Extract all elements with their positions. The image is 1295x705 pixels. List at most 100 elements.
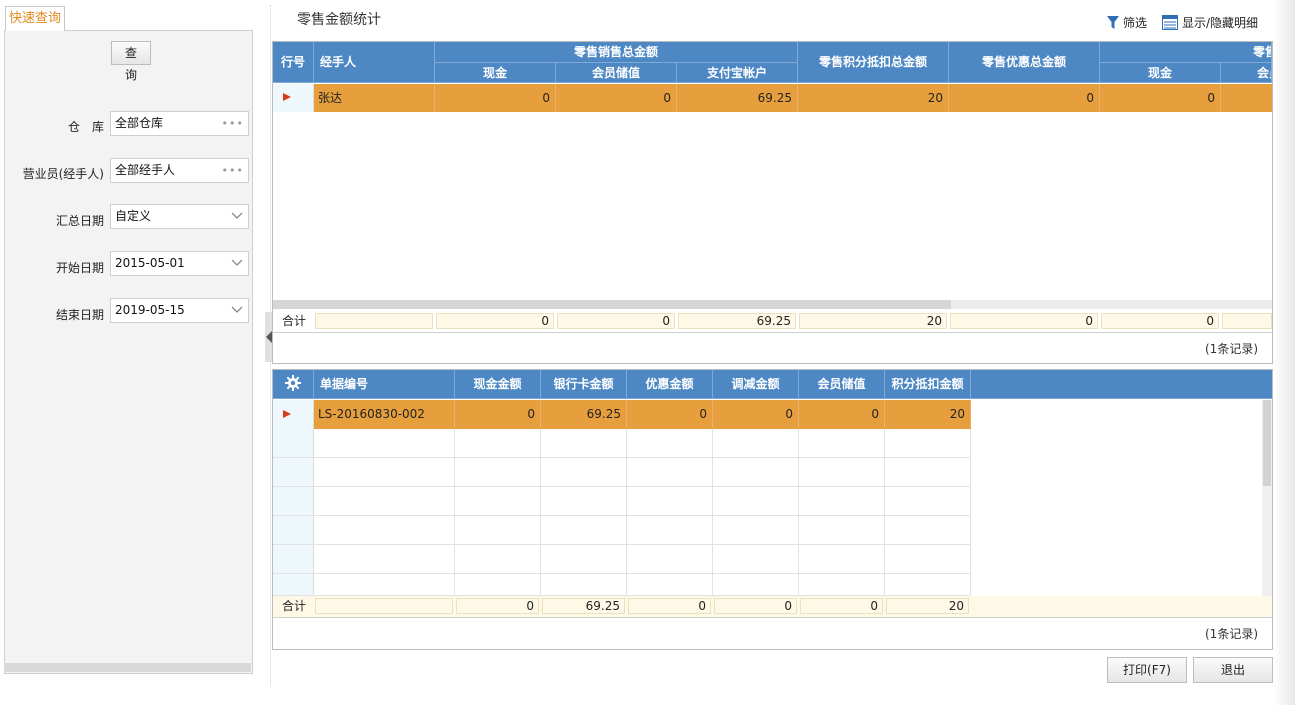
current-row-arrow-icon — [283, 93, 291, 101]
cell-cash-amount: 0 — [455, 400, 541, 428]
ellipsis-icon[interactable]: ••• — [222, 159, 244, 182]
cell-alipay: 69.25 — [677, 84, 798, 112]
summary-date-value: 自定义 — [115, 209, 152, 223]
empty-cell — [885, 487, 971, 516]
row-indicator[interactable] — [273, 84, 314, 112]
empty-cell — [627, 516, 713, 545]
empty-cell — [885, 545, 971, 574]
cell-member-balance: 0 — [556, 84, 677, 112]
cell-handler: 张达 — [314, 84, 435, 112]
empty-cell — [799, 516, 885, 545]
filter-button[interactable]: 筛选 — [1107, 14, 1147, 32]
col-points-amount[interactable]: 积分抵扣金额 — [885, 370, 971, 399]
empty-cell — [541, 429, 627, 458]
empty-cell — [799, 487, 885, 516]
total-return-member — [1222, 313, 1272, 329]
cell-member-balance: 0 — [799, 400, 885, 428]
toggle-detail-button[interactable]: 显示/隐藏明细 — [1162, 14, 1258, 32]
total-points-amount: 20 — [886, 598, 969, 614]
total-doc-no — [315, 598, 453, 614]
col-return-cash[interactable]: 现金 — [1100, 63, 1221, 83]
row-indicator[interactable] — [273, 400, 314, 429]
start-date-label: 开始日期 — [55, 261, 104, 275]
print-button[interactable]: 打印(F7) — [1107, 657, 1187, 683]
col-doc-no[interactable]: 单据编号 — [314, 370, 455, 399]
chevron-down-icon[interactable] — [231, 212, 243, 220]
empty-cell — [455, 487, 541, 516]
summary-hscroll-thumb[interactable] — [273, 300, 951, 309]
filter-label: 筛选 — [1123, 16, 1148, 30]
empty-cell — [713, 574, 799, 596]
empty-cell — [713, 487, 799, 516]
col-rownum[interactable]: 行号 — [273, 42, 314, 83]
col-points-total[interactable]: 零售积分抵扣总金额 — [798, 42, 949, 83]
quick-query-scrollbar[interactable] — [4, 663, 251, 672]
start-date-select[interactable]: 2015-05-01 — [110, 251, 249, 276]
col-return-member[interactable]: 会员 — [1221, 63, 1272, 83]
empty-cell — [885, 574, 971, 596]
col-discount-amount[interactable]: 优惠金额 — [627, 370, 713, 399]
empty-cell — [455, 516, 541, 545]
empty-cell — [541, 545, 627, 574]
empty-cell — [713, 516, 799, 545]
summary-record-count: (1条记录) — [1205, 342, 1258, 356]
cell-doc-no[interactable]: LS-20160830-002 — [314, 400, 455, 428]
empty-cell — [455, 574, 541, 596]
end-date-label: 结束日期 — [55, 308, 104, 322]
cell-discount-amount: 0 — [627, 400, 713, 428]
empty-cell — [627, 545, 713, 574]
cell-deduction-amount: 0 — [713, 400, 799, 428]
ellipsis-icon[interactable]: ••• — [222, 112, 244, 135]
empty-cell — [713, 458, 799, 487]
total-alipay: 69.25 — [678, 313, 796, 329]
warehouse-picker[interactable]: 全部仓库 ••• — [110, 111, 249, 136]
empty-cell — [885, 458, 971, 487]
query-button[interactable]: 查 询 — [111, 41, 151, 82]
empty-row-indicator — [273, 429, 314, 458]
col-member-balance[interactable]: 会员储值 — [556, 63, 677, 83]
empty-cell — [541, 574, 627, 596]
empty-cell — [455, 458, 541, 487]
col-bank-card-amount[interactable]: 银行卡金额 — [541, 370, 627, 399]
quick-query-tab[interactable]: 快速查询 — [5, 6, 65, 31]
empty-cell — [799, 429, 885, 458]
empty-row-indicator — [273, 458, 314, 487]
start-date-value: 2015-05-01 — [115, 256, 185, 270]
chevron-down-icon[interactable] — [231, 306, 243, 314]
column-settings-button[interactable] — [273, 370, 314, 399]
total-deduction-amount: 0 — [714, 598, 797, 614]
empty-cell — [885, 516, 971, 545]
summary-date-select[interactable]: 自定义 — [110, 204, 249, 229]
empty-cell — [455, 429, 541, 458]
empty-cell — [541, 458, 627, 487]
exit-button[interactable]: 退出 — [1193, 657, 1273, 683]
total-cash-amount: 0 — [456, 598, 539, 614]
summary-date-label: 汇总日期 — [55, 214, 104, 228]
cell-cash: 0 — [435, 84, 556, 112]
col-deduction-amount[interactable]: 调减金额 — [713, 370, 799, 399]
col-group-retail-total: 零售销售总金额 — [435, 42, 798, 63]
end-date-select[interactable]: 2019-05-15 — [110, 298, 249, 323]
empty-cell — [314, 545, 455, 574]
salesperson-picker[interactable]: 全部经手人 ••• — [110, 158, 249, 183]
col-cash-amount[interactable]: 现金金额 — [455, 370, 541, 399]
empty-cell — [627, 487, 713, 516]
empty-cell — [885, 429, 971, 458]
detail-vscroll-thumb[interactable] — [1263, 400, 1271, 486]
summary-totals-label: 合计 — [281, 314, 306, 328]
detail-totals-label: 合计 — [281, 599, 306, 613]
empty-cell — [799, 574, 885, 596]
detail-record-count: (1条记录) — [1205, 627, 1258, 641]
cell-discount: 0 — [949, 84, 1100, 112]
empty-cell — [627, 574, 713, 596]
total-discount-amount: 0 — [628, 598, 711, 614]
salesperson-value: 全部经手人 — [115, 163, 176, 177]
col-discount-total[interactable]: 零售优惠总金额 — [949, 42, 1100, 83]
chevron-down-icon[interactable] — [231, 259, 243, 267]
empty-cell — [314, 516, 455, 545]
col-cash[interactable]: 现金 — [435, 63, 556, 83]
col-member-balance[interactable]: 会员储值 — [799, 370, 885, 399]
empty-cell — [627, 458, 713, 487]
col-alipay[interactable]: 支付宝帐户 — [677, 63, 798, 83]
col-handler[interactable]: 经手人 — [314, 42, 435, 83]
